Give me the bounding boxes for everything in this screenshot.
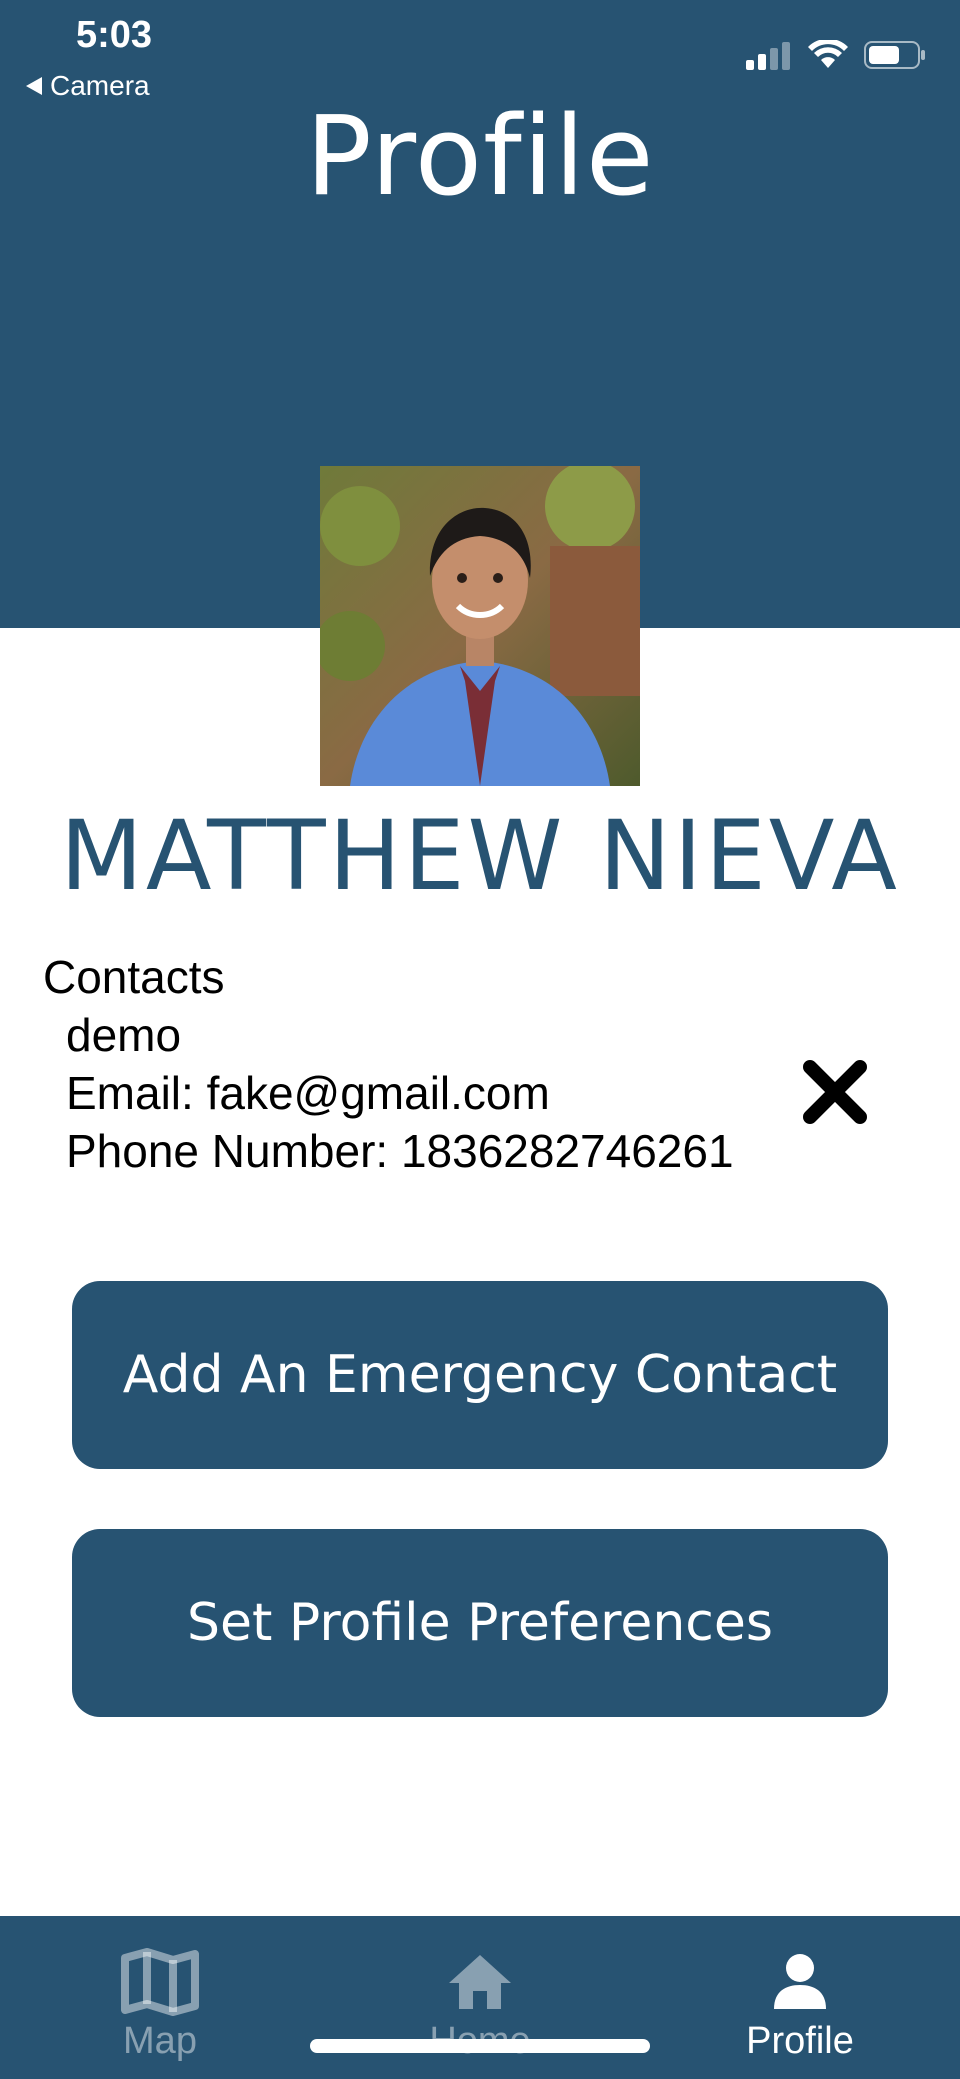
tab-map[interactable]: Map	[60, 1916, 260, 2079]
set-profile-preferences-button[interactable]: Set Profile Preferences	[72, 1529, 888, 1717]
home-icon	[447, 1946, 513, 2018]
map-icon	[121, 1946, 199, 2018]
contact-name: demo	[66, 1009, 182, 1061]
tab-profile-label: Profile	[746, 2020, 854, 2062]
cellular-signal-icon	[746, 42, 790, 70]
tab-profile[interactable]: Profile	[700, 1916, 900, 2079]
status-time: 5:03	[76, 14, 153, 56]
battery-icon	[864, 41, 925, 69]
contacts-heading: Contacts	[43, 951, 225, 1003]
tab-bar: Map Home Profile	[0, 1916, 960, 2079]
wifi-icon	[808, 40, 848, 68]
profile-photo	[320, 466, 640, 786]
status-icons	[746, 40, 926, 70]
delete-contact-close-icon[interactable]	[800, 1057, 870, 1127]
contact-phone: Phone Number: 1836282746261	[66, 1125, 734, 1177]
tab-home[interactable]: Home	[380, 1916, 580, 2079]
home-indicator	[310, 2039, 650, 2053]
contact-email: Email: fake@gmail.com	[66, 1067, 550, 1119]
page-title: Profile	[305, 92, 655, 220]
add-emergency-contact-button[interactable]: Add An Emergency Contact	[72, 1281, 888, 1469]
tab-map-label: Map	[123, 2020, 197, 2062]
person-icon	[772, 1946, 828, 2018]
user-name: MATTHEW NIEVA	[60, 800, 900, 912]
